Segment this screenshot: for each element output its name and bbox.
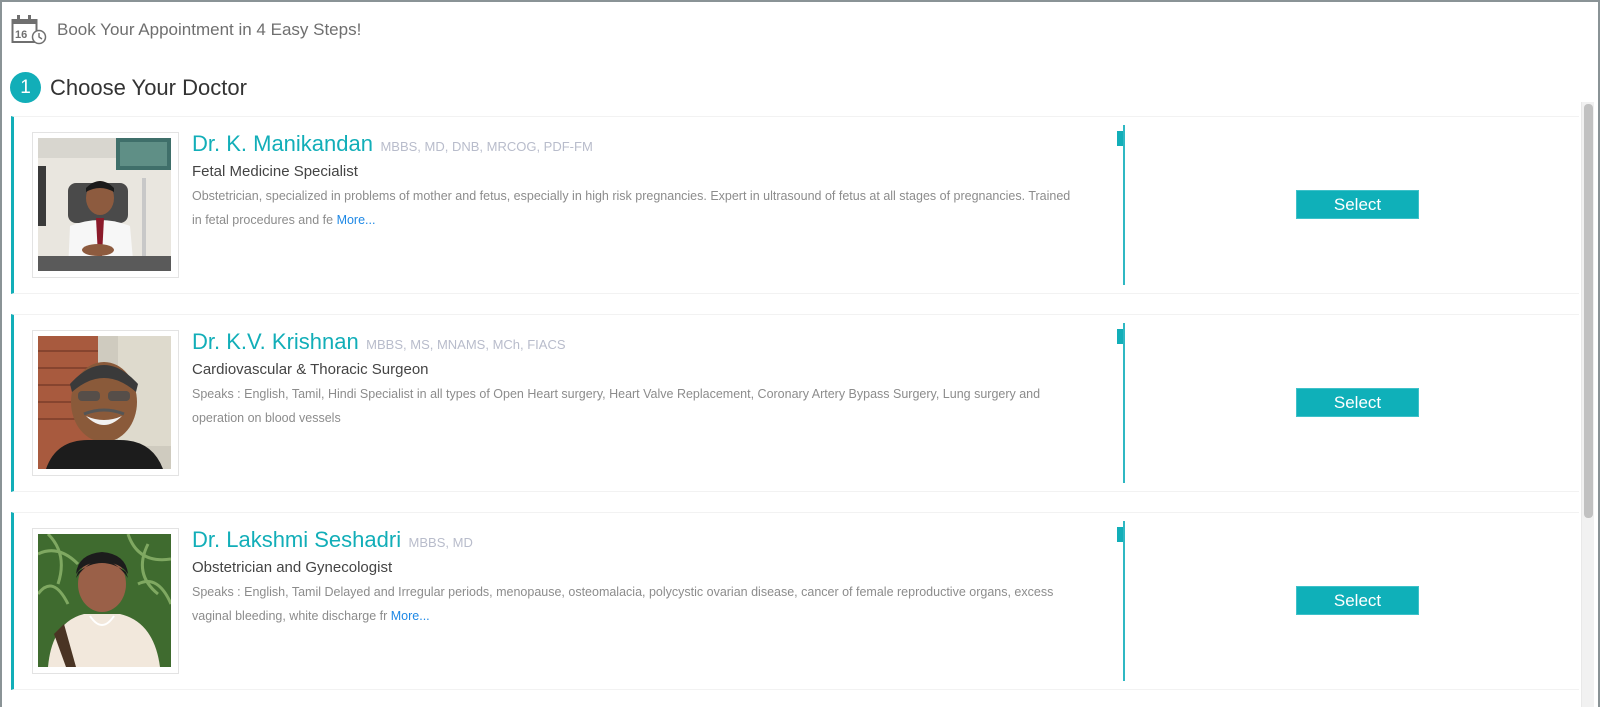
doctor-photo [38,138,171,271]
doctor-name[interactable]: Dr. K.V. Krishnan [192,329,359,354]
doctor-qualifications: MBBS, MD, DNB, MRCOG, PDF-FM [380,139,593,154]
doctor-photo-frame [32,528,179,674]
doctor-qualifications: MBBS, MD [408,535,473,550]
doctor-list: Dr. K. Manikandan MBBS, MD, DNB, MRCOG, … [2,102,1598,707]
vertical-divider [1123,323,1125,483]
doctor-specialty: Obstetrician and Gynecologist [192,559,393,576]
doctor-description: Speaks : English, Tamil, Hindi Specialis… [192,383,1082,430]
doctor-photo [38,336,171,469]
calendar-clock-icon: 16 [11,14,47,46]
doctor-info: Dr. K.V. Krishnan MBBS, MS, MNAMS, MCh, … [192,329,1092,430]
select-doctor-button[interactable]: Select [1296,586,1419,615]
doctor-info: Dr. K. Manikandan MBBS, MD, DNB, MRCOG, … [192,131,1092,232]
select-doctor-button[interactable]: Select [1296,388,1419,417]
step-title: Choose Your Doctor [50,74,247,100]
doctor-photo [38,534,171,667]
step-number-badge: 1 [10,72,41,103]
doctor-card: Dr. K. Manikandan MBBS, MD, DNB, MRCOG, … [11,116,1579,294]
doctor-description-text: Obstetrician, specialized in problems of… [192,189,1071,227]
doctor-photo-frame [32,132,179,278]
doctor-description: Speaks : English, Tamil Delayed and Irre… [192,581,1082,628]
doctor-name[interactable]: Dr. Lakshmi Seshadri [192,527,401,552]
doctor-description-text: Speaks : English, Tamil, Hindi Specialis… [192,387,1041,425]
doctor-specialty: Fetal Medicine Specialist [192,163,358,180]
svg-text:16: 16 [15,29,27,41]
scrollbar-thumb[interactable] [1584,104,1593,518]
doctor-description-text: Speaks : English, Tamil Delayed and Irre… [192,585,1054,623]
more-link[interactable]: More... [337,213,376,227]
page-header: 16 Book Your Appointment in 4 Easy Steps… [11,14,361,46]
more-link[interactable]: More... [391,609,430,623]
page-title: Book Your Appointment in 4 Easy Steps! [57,20,362,39]
vertical-scrollbar[interactable] [1581,102,1594,707]
doctor-specialty: Cardiovascular & Thoracic Surgeon [192,361,429,378]
vertical-divider [1123,125,1125,285]
doctor-description: Obstetrician, specialized in problems of… [192,185,1082,232]
select-doctor-button[interactable]: Select [1296,190,1419,219]
doctor-card: Dr. Lakshmi Seshadri MBBS, MD Obstetrici… [11,512,1579,690]
vertical-divider [1123,521,1125,681]
doctor-info: Dr. Lakshmi Seshadri MBBS, MD Obstetrici… [192,527,1092,628]
doctor-photo-frame [32,330,179,476]
step-heading: 1 Choose Your Doctor [10,72,247,103]
doctor-qualifications: MBBS, MS, MNAMS, MCh, FIACS [366,337,566,352]
doctor-name[interactable]: Dr. K. Manikandan [192,131,373,156]
doctor-card: Dr. K.V. Krishnan MBBS, MS, MNAMS, MCh, … [11,314,1579,492]
